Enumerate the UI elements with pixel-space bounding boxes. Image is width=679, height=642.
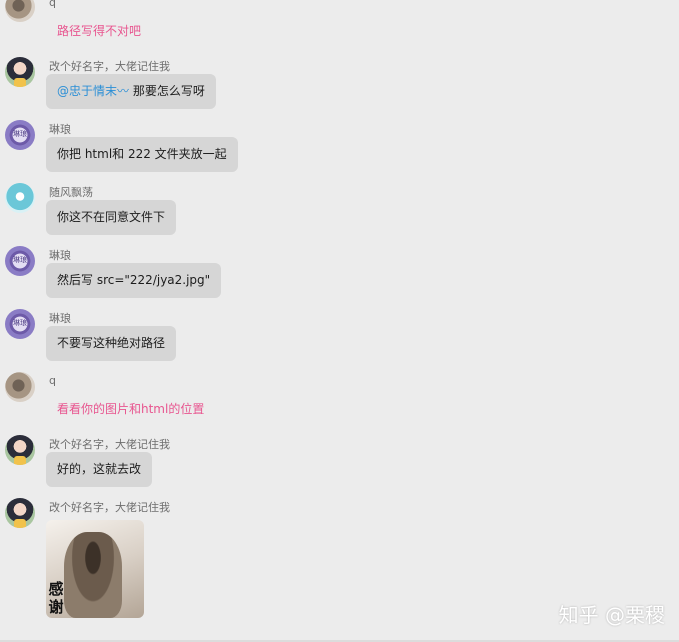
message-bubble: 你这不在同意文件下: [46, 200, 177, 235]
sender-name: 琳琅: [49, 249, 71, 262]
avatar[interactable]: [5, 0, 35, 22]
message-text: 你这不在同意文件下: [57, 210, 166, 224]
avatar-badge-text: 琳琅: [13, 130, 27, 138]
message-text: 你把 html和 222 文件夹放一起: [57, 147, 227, 161]
avatar-badge-text: 琳琅: [13, 319, 27, 327]
message-bubble: 然后写 src="222/jya2.jpg": [46, 263, 222, 298]
avatar[interactable]: 琳琅: [5, 309, 35, 339]
sender-name: q: [49, 374, 56, 387]
message-text: 路径写得不对吧: [57, 24, 142, 38]
sender-name: 改个好名字，大佬记住我: [49, 501, 170, 514]
message-bubble: @忠于情末〰 那要怎么写呀: [46, 74, 216, 109]
avatar[interactable]: [5, 183, 35, 213]
message-text: 不要写这种绝对路径: [57, 336, 166, 350]
avatar-badge-text: 琳琅: [13, 256, 27, 264]
message-bubble: 你把 html和 222 文件夹放一起: [46, 137, 238, 172]
sender-name: 改个好名字，大佬记住我: [49, 60, 170, 73]
sender-name: 琳琅: [49, 312, 71, 325]
avatar[interactable]: 琳琅: [5, 120, 35, 150]
message-text: 那要怎么写呀: [132, 84, 205, 98]
avatar[interactable]: [5, 435, 35, 465]
message-bubble: 不要写这种绝对路径: [46, 326, 177, 361]
avatar[interactable]: [5, 372, 35, 402]
otter-image: [64, 532, 122, 618]
avatar[interactable]: [5, 498, 35, 528]
chat-history: q 路径写得不对吧 改个好名字，大佬记住我 @忠于情末〰 那要怎么写呀 琳琅 琳…: [0, 0, 679, 642]
avatar[interactable]: 琳琅: [5, 246, 35, 276]
sticker-image[interactable]: 感谢: [46, 520, 144, 618]
watermark: 知乎 @栗稷: [558, 603, 665, 627]
mention-link[interactable]: @忠于情末〰: [57, 84, 133, 98]
message-text: 然后写 src="222/jya2.jpg": [57, 273, 211, 287]
sender-name: 琳琅: [49, 123, 71, 136]
message-bubble: 好的，这就去改: [46, 452, 153, 487]
sticker-text: 感谢: [48, 580, 64, 616]
message-text: 看看你的图片和html的位置: [57, 402, 205, 416]
sender-name: q: [49, 0, 56, 9]
sender-name: 随风飘荡: [49, 186, 93, 199]
sender-name: 改个好名字，大佬记住我: [49, 438, 170, 451]
message-text: 好的，这就去改: [57, 462, 142, 476]
avatar[interactable]: [5, 57, 35, 87]
